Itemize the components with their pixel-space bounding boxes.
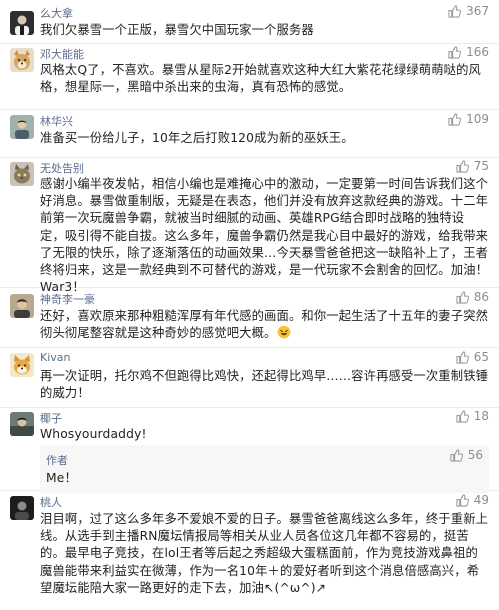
comment-text: 我们欠暴雪一个正版，暴雪欠中国玩家一个服务器 [40,23,314,37]
like-count: 18 [473,409,489,423]
dog-avatar-icon[interactable] [10,48,34,72]
username[interactable]: 桃人 [40,494,62,510]
like-button[interactable]: 86 [456,290,489,304]
comment-text: 还好，喜欢原来那种粗糙浑厚有年代感的画面。和你一起生活了十五年的妻子突然彻头彻尾… [40,308,489,342]
like-button[interactable]: 367 [448,4,489,18]
like-button[interactable]: 109 [448,112,489,126]
thumb-up-icon [456,350,469,364]
thumb-up-icon [448,4,462,18]
comment-item: 林华兴 109 准备买一份给儿子，10年之后打败120成为新的巫妖王。 [0,110,499,158]
username[interactable]: 林华兴 [40,113,73,129]
thumb-up-icon [448,112,462,126]
reply-text: Me！ [46,471,77,486]
author-reply: 作者 56 Me！ [40,445,489,494]
like-count: 109 [466,112,489,126]
comment-item: 椰子 18 Whosyourdaddy! 作者 56 Me！ [0,408,499,494]
thumb-up-icon [456,493,469,507]
like-button[interactable]: 49 [456,493,489,507]
like-button[interactable]: 65 [456,350,489,364]
comment-header: 无处告别 75 [40,158,489,176]
shiba-avatar-icon[interactable] [10,353,34,377]
username[interactable]: 无处告别 [40,160,84,176]
like-button[interactable]: 56 [450,448,483,462]
laughing-face-icon [277,325,290,339]
username[interactable]: 椰子 [40,410,62,426]
comment-item: 么大拿 367 我们欠暴雪一个正版，暴雪欠中国玩家一个服务器 [0,0,499,44]
comment-header: 邓大能能 166 [40,44,489,62]
comment-text: 准备买一份给儿子，10年之后打败120成为新的巫妖王。 [40,131,354,145]
thumb-up-icon [456,159,469,173]
thumb-up-icon [456,290,469,304]
comment-header: 神奇李一豪 86 [40,288,489,308]
comment-text-body: 还好，喜欢原来那种粗糙浑厚有年代感的画面。和你一起生活了十五年的妻子突然彻头彻尾… [40,309,489,341]
comment-header: Kivan 65 [40,348,489,368]
cat-avatar-icon[interactable] [10,162,34,186]
username[interactable]: 邓大能能 [40,46,84,62]
comment-item: 无处告别 75 感谢小编半夜发帖，相信小编也是难掩心中的激动，一定要第一时间告诉… [0,158,499,294]
comment-feed: 么大拿 367 我们欠暴雪一个正版，暴雪欠中国玩家一个服务器 邓大能能 166 … [0,0,499,610]
like-button[interactable]: 18 [456,409,489,423]
dark-avatar-icon[interactable] [10,496,34,520]
user-avatar-icon[interactable] [10,11,34,35]
username[interactable]: 么大拿 [40,5,73,21]
like-count: 49 [473,493,489,507]
reply-header: 作者 56 [46,448,483,470]
comment-item: Kivan 65 再一次证明，托尔鸡不但跑得比鸡快，还起得比鸡早……容许再感受一… [0,348,499,408]
like-count: 86 [473,290,489,304]
comment-text: 风格太Q了，不喜欢。暴雪从星际2开始就喜欢这种大红大紫花花绿绿萌萌哒的风格，想星… [40,63,481,95]
comment-text: 泪目啊，过了这么多年多不爱娘不爱的日子。暴雪爸爸离线这么多年，终于重新上线。从选… [40,512,489,595]
thumb-up-icon [456,409,469,423]
thumb-up-icon [448,45,462,59]
thumb-up-icon [450,449,463,462]
like-count: 166 [466,45,489,59]
username[interactable]: Kivan [40,351,71,364]
like-button[interactable]: 166 [448,45,489,59]
comment-header: 林华兴 109 [40,110,489,130]
comment-text: 感谢小编半夜发帖，相信小编也是难掩心中的激动，一定要第一时间告诉我们这个好消息。… [40,177,489,295]
person-avatar-icon[interactable] [10,115,34,139]
author-badge: 作者 [46,454,68,468]
like-count: 367 [466,4,489,18]
comment-text: 再一次证明，托尔鸡不但跑得比鸡快，还起得比鸡早……容许再感受一次重制铁锤的威力！ [40,369,489,401]
comment-header: 么大拿 367 [40,0,489,22]
like-count: 75 [473,159,489,173]
comment-header: 椰子 18 [40,408,489,426]
like-button[interactable]: 75 [456,159,489,173]
like-count: 56 [467,448,483,463]
comment-item: 桃人 49 泪目啊，过了这么多年多不爱娘不爱的日子。暴雪爸爸离线这么多年，终于重… [0,491,499,610]
like-count: 65 [473,350,489,364]
comment-item: 神奇李一豪 86 还好，喜欢原来那种粗糙浑厚有年代感的画面。和你一起生活了十五年… [0,288,499,348]
photo-avatar-icon[interactable] [10,412,34,436]
username[interactable]: 神奇李一豪 [40,291,95,307]
comment-header: 桃人 49 [40,491,489,511]
man-avatar-icon[interactable] [10,294,34,318]
comment-text: Whosyourdaddy! [40,427,147,441]
comment-item: 邓大能能 166 风格太Q了，不喜欢。暴雪从星际2开始就喜欢这种大红大紫花花绿绿… [0,44,499,110]
